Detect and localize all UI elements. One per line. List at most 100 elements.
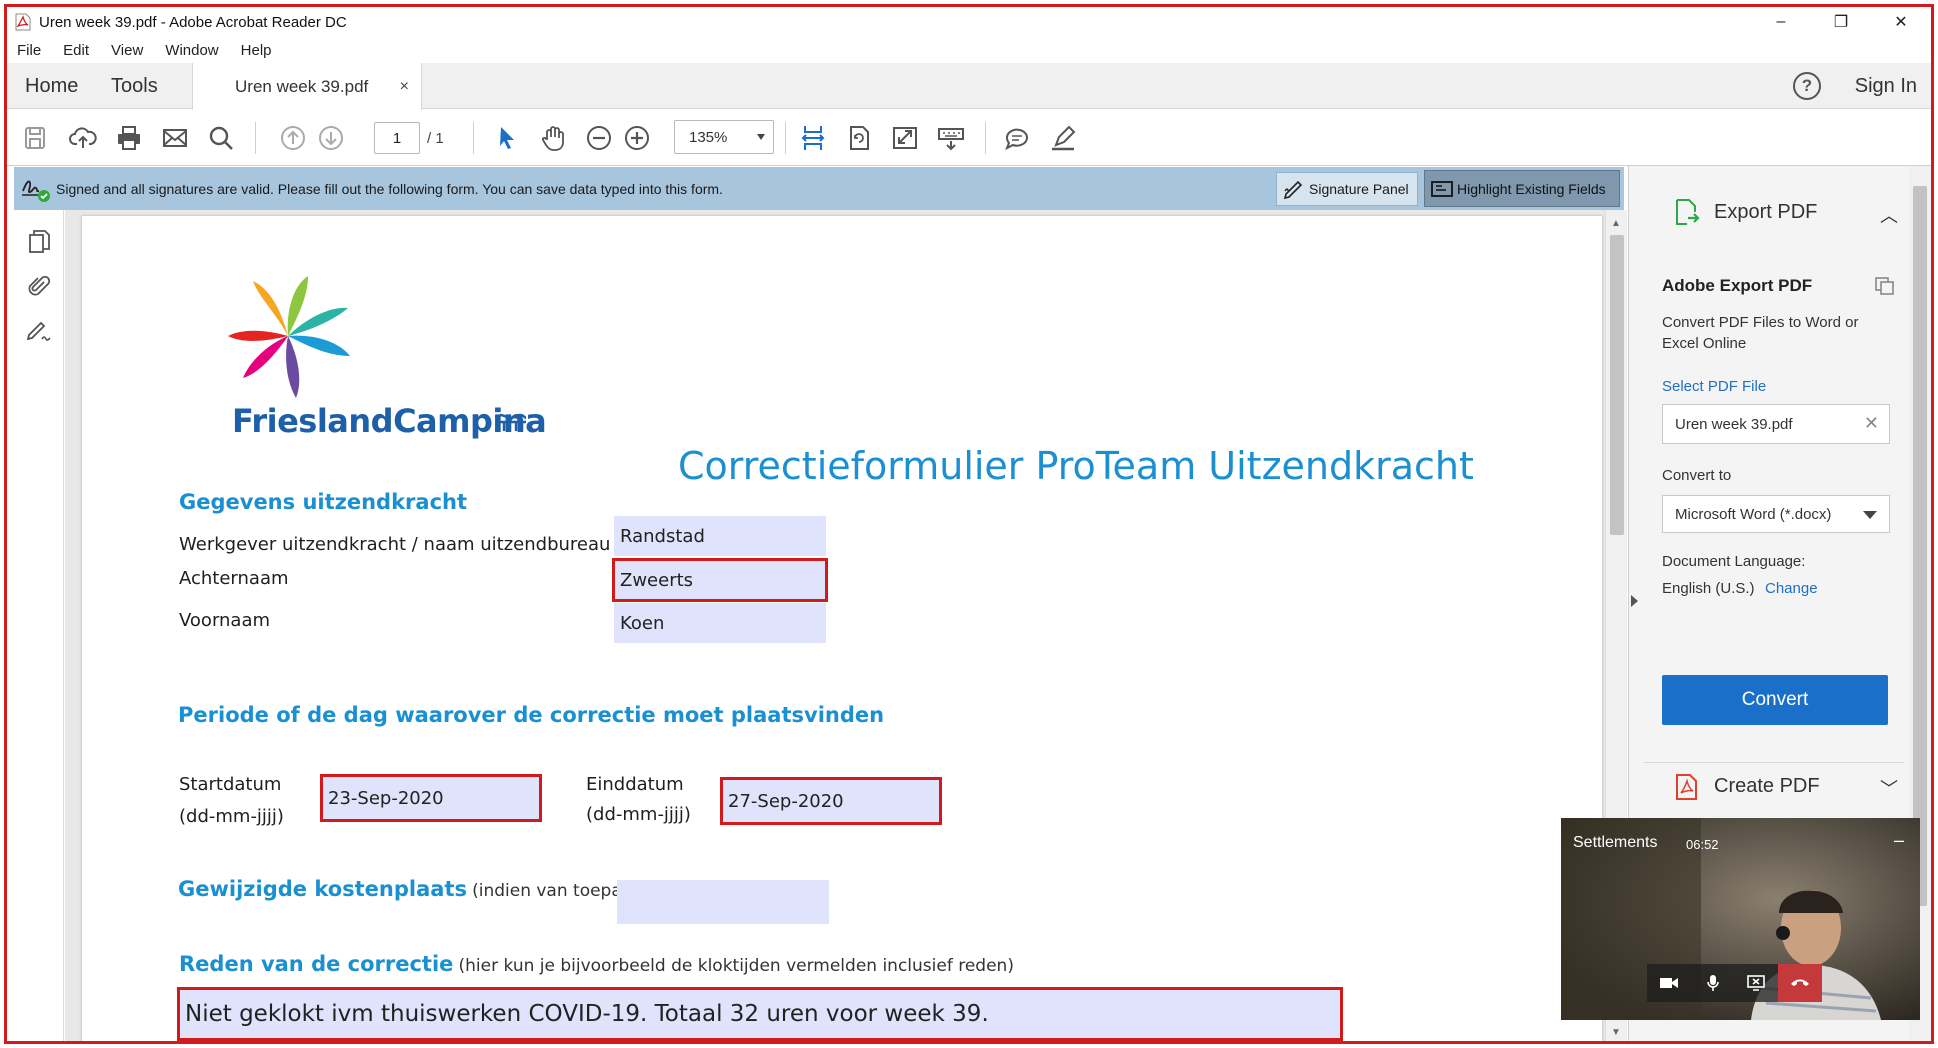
close-tab-icon[interactable]: ×	[400, 78, 409, 96]
menu-window[interactable]: Window	[165, 42, 218, 59]
print-icon[interactable]	[113, 122, 145, 154]
menu-help[interactable]: Help	[241, 42, 272, 59]
reason-field[interactable]: Niet geklokt ivm thuiswerken COVID-19. T…	[177, 987, 1343, 1041]
select-cursor-icon[interactable]	[491, 122, 523, 154]
export-pdf-icon	[1676, 199, 1700, 225]
pdf-app-icon	[15, 13, 31, 31]
firstname-label: Voornaam	[179, 610, 271, 631]
tab-document[interactable]: Uren week 39.pdf ×	[192, 63, 422, 110]
call-controls	[1647, 964, 1822, 1002]
camera-icon[interactable]	[1647, 964, 1691, 1002]
costcenter-heading: Gewijzigde kostenplaats	[178, 877, 467, 901]
video-call-window[interactable]: Settlements 06:52 –	[1561, 818, 1920, 1020]
employer-field[interactable]: Randstad	[614, 516, 826, 556]
prev-page-icon[interactable]	[277, 122, 309, 154]
lastname-label: Achternaam	[179, 568, 289, 589]
costcenter-field[interactable]	[617, 880, 829, 924]
select-pdf-link[interactable]: Select PDF File	[1662, 378, 1766, 395]
right-scrollbar-thumb[interactable]	[1913, 186, 1927, 906]
tab-bar: Home Tools Uren week 39.pdf × ? Sign In	[7, 63, 1931, 110]
end-call-icon[interactable]	[1778, 964, 1822, 1002]
save-icon[interactable]	[19, 122, 51, 154]
page-thumbnails-icon[interactable]	[23, 226, 55, 258]
create-pdf-label: Create PDF	[1714, 775, 1820, 797]
restore-button[interactable]: ❐	[1811, 7, 1871, 37]
next-page-icon[interactable]	[315, 122, 347, 154]
attachments-icon[interactable]	[23, 270, 55, 302]
fullscreen-icon[interactable]	[889, 122, 921, 154]
menu-edit[interactable]: Edit	[63, 42, 89, 59]
export-options-icon[interactable]	[1874, 276, 1896, 296]
selected-file-field[interactable]: Uren week 39.pdf ✕	[1662, 404, 1890, 444]
scroll-up-icon[interactable]: ▲	[1611, 218, 1621, 229]
change-language-link[interactable]: Change	[1765, 580, 1818, 597]
format-select[interactable]: Microsoft Word (*.docx)	[1662, 495, 1890, 533]
collapse-right-pane-icon[interactable]	[1631, 595, 1638, 607]
convert-button[interactable]: Convert	[1662, 675, 1888, 725]
document-language-label: Document Language:	[1662, 553, 1806, 570]
reason-heading: Reden van de correctie	[179, 952, 454, 976]
selected-file-name: Uren week 39.pdf	[1675, 415, 1793, 433]
highlight-fields-button[interactable]: Highlight Existing Fields	[1424, 170, 1620, 207]
menu-file[interactable]: File	[17, 42, 41, 59]
comment-icon[interactable]	[1001, 122, 1033, 154]
end-date-field[interactable]: 27-Sep-2020	[720, 777, 942, 825]
document-tab-label: Uren week 39.pdf	[235, 76, 369, 96]
chevron-down-icon	[1863, 511, 1877, 519]
page-number-input[interactable]: 1	[374, 122, 420, 154]
zoom-value: 135%	[689, 128, 728, 146]
help-icon[interactable]: ?	[1793, 72, 1821, 100]
signatures-icon[interactable]	[23, 314, 55, 346]
fit-page-icon[interactable]	[797, 122, 829, 154]
start-date-field[interactable]: 23-Sep-2020	[320, 774, 542, 822]
format-value: Microsoft Word (*.docx)	[1675, 505, 1832, 523]
lastname-field[interactable]: Zweerts	[612, 558, 828, 602]
scroll-down-icon[interactable]: ▼	[1611, 1027, 1621, 1038]
menu-view[interactable]: View	[111, 42, 143, 59]
rotate-icon[interactable]	[843, 122, 875, 154]
sign-in-button[interactable]: Sign In	[1855, 63, 1917, 109]
chevron-up-icon[interactable]: ︿	[1880, 202, 1898, 228]
tab-tools[interactable]: Tools	[111, 63, 158, 109]
minimize-call-icon[interactable]: –	[1894, 830, 1904, 851]
notification-message: Signed and all signatures are valid. Ple…	[56, 180, 723, 197]
upload-icon[interactable]	[67, 122, 99, 154]
close-window-button[interactable]: ✕	[1871, 7, 1931, 37]
signature-valid-icon	[20, 173, 52, 205]
start-date-format: (dd-mm-jjjj)	[179, 806, 284, 827]
microphone-icon[interactable]	[1690, 964, 1735, 1002]
menu-bar: File Edit View Window Help	[7, 37, 1931, 63]
signature-panel-label: Signature Panel	[1309, 181, 1409, 197]
export-pdf-header[interactable]: Export PDF ︿	[1644, 188, 1904, 236]
minimize-button[interactable]: –	[1751, 7, 1811, 37]
document-language-value: English (U.S.)	[1662, 580, 1755, 597]
export-service-description: Convert PDF Files to Word or Excel Onlin…	[1662, 314, 1859, 352]
zoom-in-icon[interactable]	[621, 122, 653, 154]
create-pdf-header[interactable]: Create PDF ﹀	[1644, 762, 1904, 810]
search-icon[interactable]	[205, 122, 237, 154]
zoom-out-icon[interactable]	[583, 122, 615, 154]
export-service-title: Adobe Export PDF	[1662, 276, 1813, 295]
signature-notification-bar: Signed and all signatures are valid. Ple…	[14, 167, 1624, 210]
clear-file-icon[interactable]: ✕	[1864, 413, 1879, 434]
document-viewport[interactable]: FrieslandCampina Correctieformulier ProT…	[65, 210, 1627, 1044]
employer-label: Werkgever uitzendkracht / naam uitzendbu…	[179, 534, 611, 555]
keyboard-icon[interactable]	[935, 122, 967, 154]
highlighter-icon[interactable]	[1047, 122, 1079, 154]
tab-home[interactable]: Home	[25, 63, 78, 109]
create-pdf-icon	[1676, 773, 1697, 800]
pdf-page: FrieslandCampina Correctieformulier ProT…	[82, 216, 1602, 1044]
firstname-field[interactable]: Koen	[614, 603, 826, 643]
signature-panel-button[interactable]: Signature Panel	[1276, 172, 1418, 206]
zoom-level-select[interactable]: 135%	[674, 120, 774, 154]
section-heading-period: Periode of de dag waarover de correctie …	[178, 703, 885, 727]
end-date-label: Einddatum	[586, 774, 684, 795]
share-screen-icon[interactable]	[1734, 964, 1779, 1002]
hand-icon[interactable]	[537, 122, 569, 154]
title-bar: Uren week 39.pdf - Adobe Acrobat Reader …	[7, 7, 1931, 37]
scrollbar-thumb[interactable]	[1610, 235, 1624, 535]
email-icon[interactable]	[159, 122, 191, 154]
left-navigation-pane	[14, 210, 64, 1044]
highlight-fields-label: Highlight Existing Fields	[1457, 180, 1606, 197]
chevron-down-icon[interactable]: ﹀	[1880, 775, 1898, 801]
